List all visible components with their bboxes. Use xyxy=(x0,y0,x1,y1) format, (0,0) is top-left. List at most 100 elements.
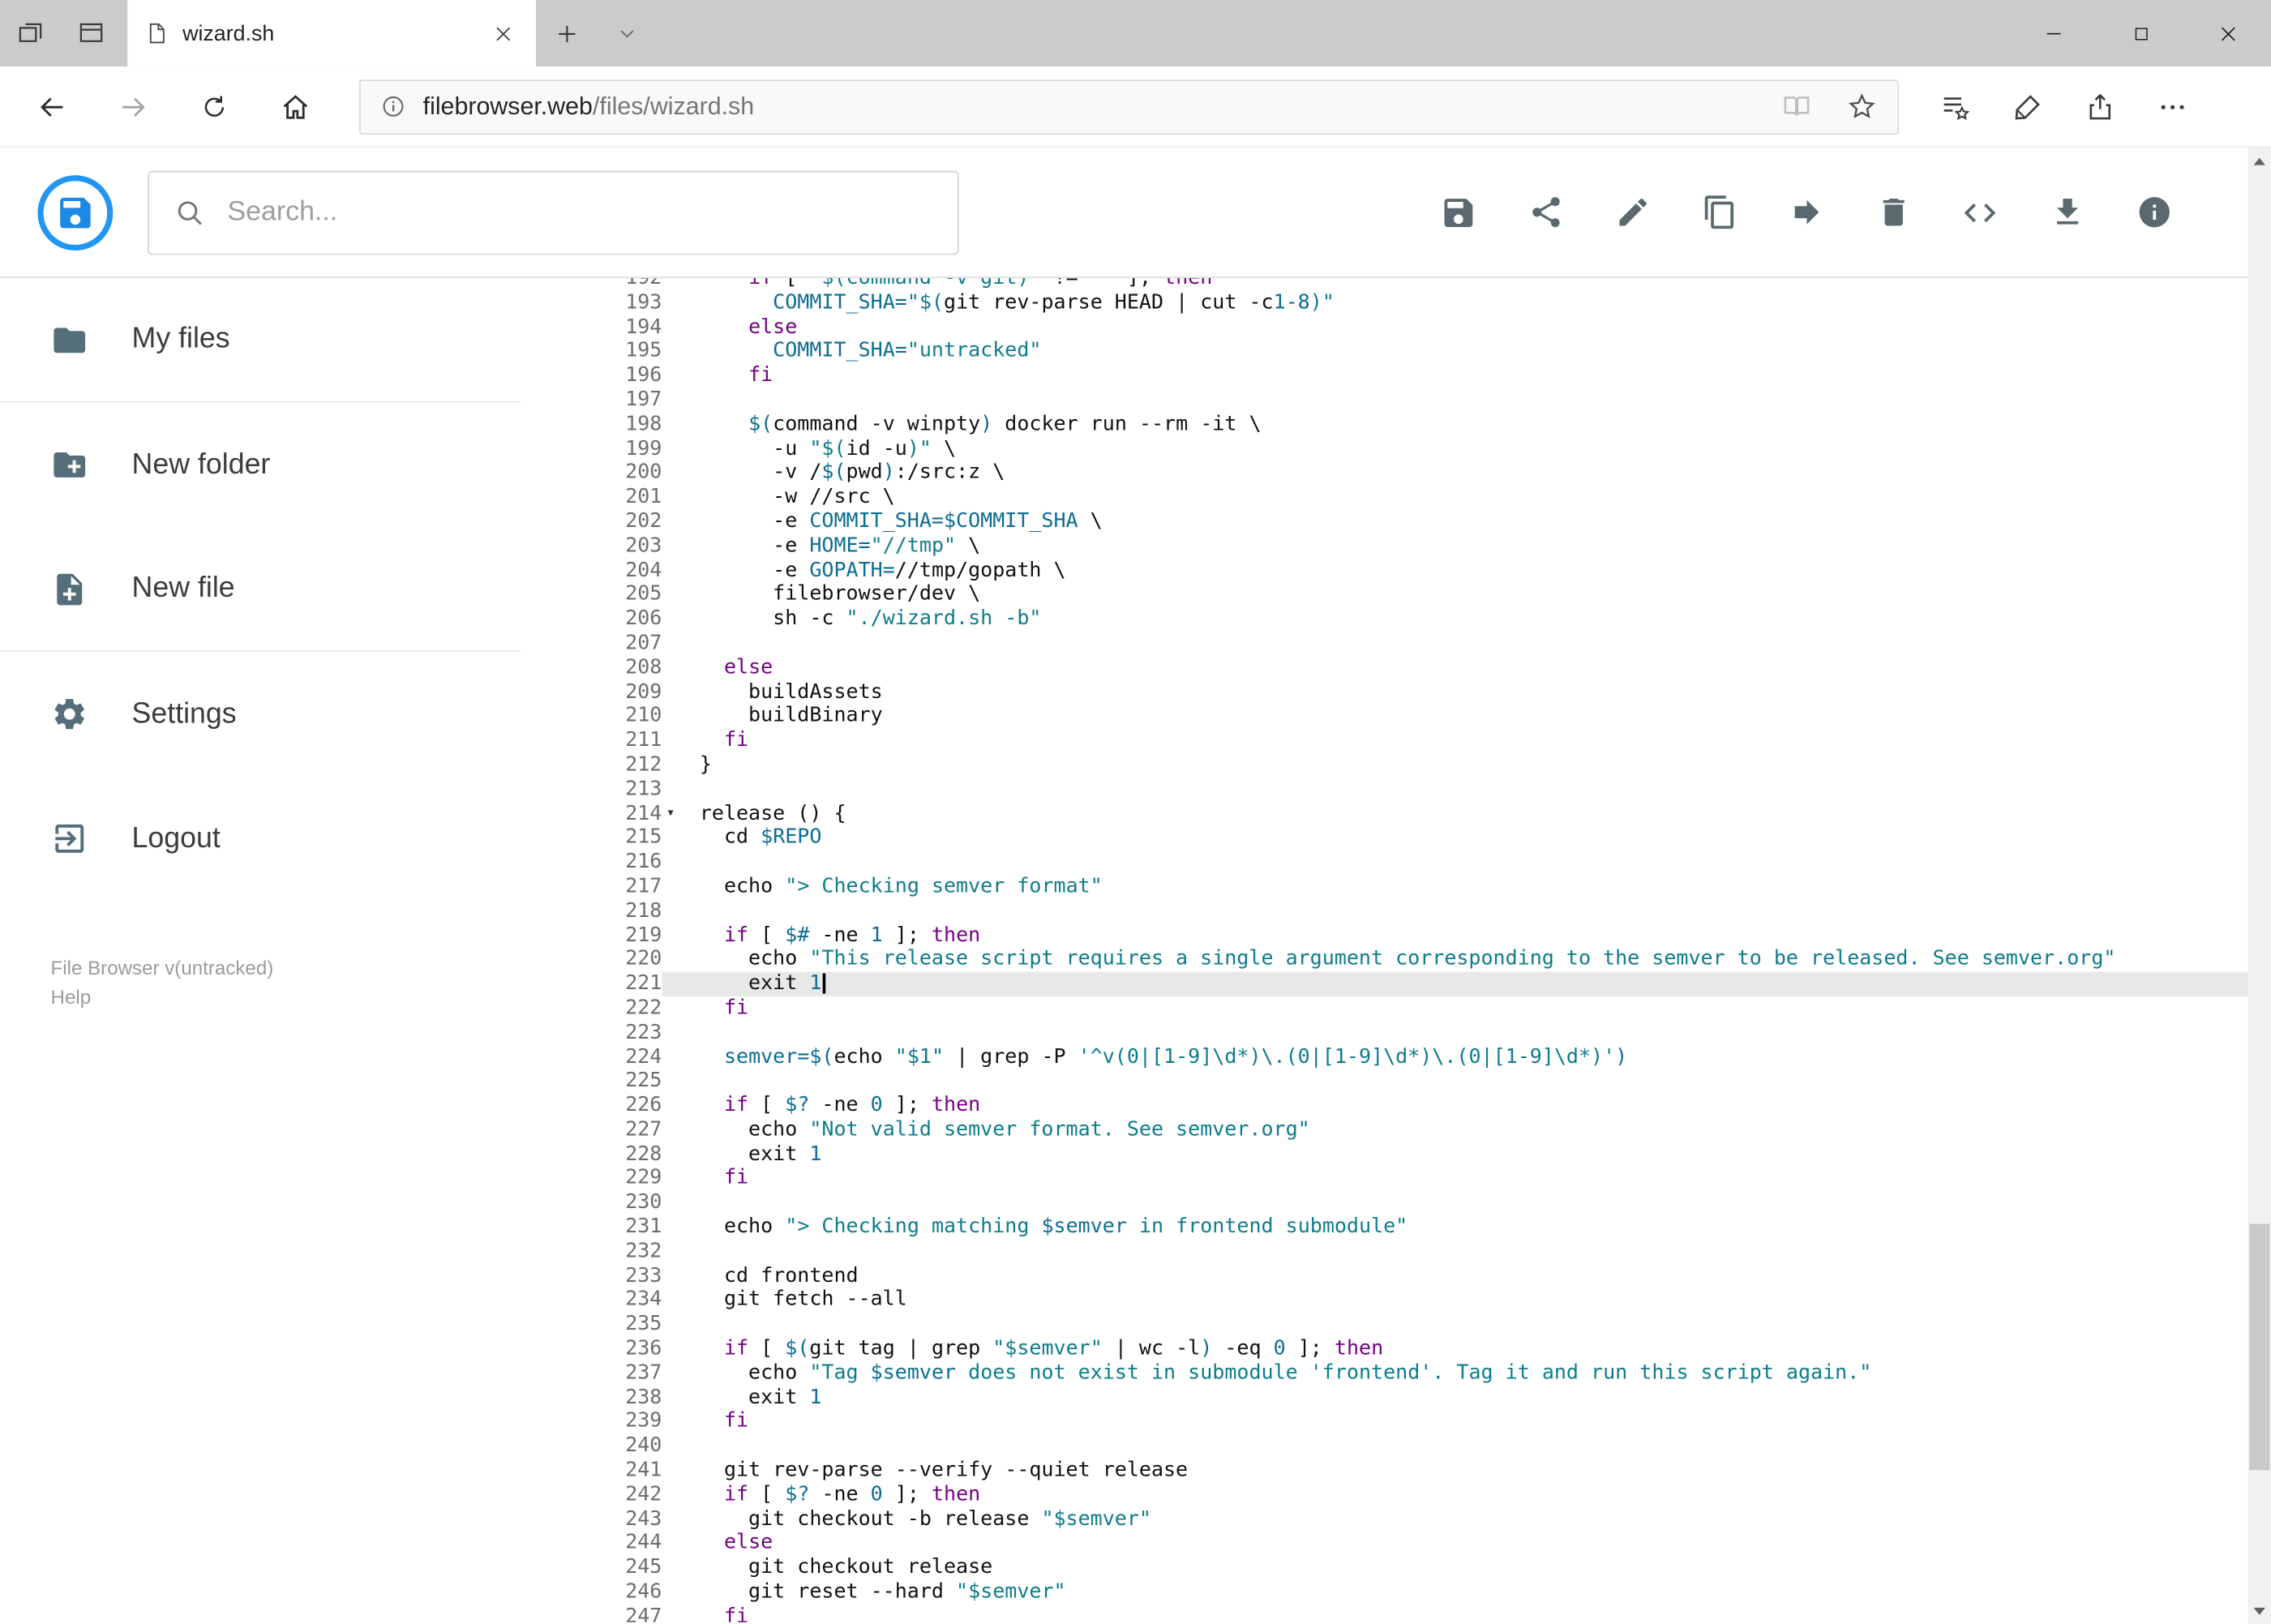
app-logo[interactable] xyxy=(37,174,114,251)
code-line[interactable]: 215 cd $REPO xyxy=(521,825,2247,851)
home-button[interactable] xyxy=(255,66,336,147)
code-line[interactable]: 226 if [ $? -ne 0 ]; then xyxy=(521,1093,2247,1118)
forward-button[interactable] xyxy=(92,66,174,147)
code-line[interactable]: 223 xyxy=(521,1020,2247,1045)
code-line[interactable]: 224 semver=$(echo "$1" | grep -P '^v(0|[… xyxy=(521,1044,2247,1069)
code-line[interactable]: 206 sh -c "./wizard.sh -b" xyxy=(521,606,2247,632)
code-line[interactable]: 219 if [ $# -ne 1 ]; then xyxy=(521,923,2247,948)
search-input[interactable] xyxy=(227,196,933,229)
code-line[interactable]: 204 -e GOPATH=//tmp/gopath \ xyxy=(521,558,2247,583)
sidebar-item-settings[interactable]: Settings xyxy=(0,652,521,777)
code-line[interactable]: 232 xyxy=(521,1239,2247,1264)
code-line[interactable]: 220 echo "This release script requires a… xyxy=(521,947,2247,972)
code-line[interactable]: 198 $(command -v winpty) docker run --rm… xyxy=(521,412,2247,437)
code-line[interactable]: 210 buildBinary xyxy=(521,704,2247,729)
code-line[interactable]: 203 -e HOME="//tmp" \ xyxy=(521,533,2247,559)
page-scrollbar[interactable] xyxy=(2247,148,2271,1624)
code-editor[interactable]: 192 if [ "$(command -v git)" != "" ]; th… xyxy=(521,277,2248,1622)
code-line[interactable]: 236 if [ $(git tag | grep "$semver" | wc… xyxy=(521,1336,2247,1361)
favorite-star-icon[interactable] xyxy=(1847,92,1878,122)
code-line[interactable]: 245 git checkout release xyxy=(521,1556,2247,1581)
fold-toggle-icon[interactable]: ▾ xyxy=(662,802,699,826)
scroll-down-button[interactable] xyxy=(2247,1597,2271,1623)
code-line[interactable]: 225 xyxy=(521,1069,2247,1094)
search-box[interactable] xyxy=(148,169,959,255)
refresh-button[interactable] xyxy=(174,66,255,147)
code-line[interactable]: 230 xyxy=(521,1190,2247,1215)
rename-button[interactable] xyxy=(1613,193,1651,230)
scroll-up-button[interactable] xyxy=(2247,148,2271,174)
code-line[interactable]: 238 exit 1 xyxy=(521,1385,2247,1410)
code-line[interactable]: 195 COMMIT_SHA="untracked" xyxy=(521,339,2247,364)
code-line[interactable]: 221 exit 1 xyxy=(521,971,2248,996)
code-line[interactable]: 237 echo "Tag $semver does not exist in … xyxy=(521,1360,2247,1386)
share-icon[interactable] xyxy=(2085,91,2116,122)
close-window-button[interactable] xyxy=(2184,0,2271,66)
address-bar[interactable]: filebrowser.web/files/wizard.sh xyxy=(359,79,1899,135)
more-options-icon[interactable] xyxy=(2157,91,2188,122)
scrollbar-thumb[interactable] xyxy=(2249,1223,2270,1471)
code-line[interactable]: 227 echo "Not valid semver format. See s… xyxy=(521,1117,2247,1142)
code-line[interactable]: 207 xyxy=(521,631,2247,656)
tab-close-button[interactable] xyxy=(486,17,518,49)
new-tab-button[interactable] xyxy=(536,0,597,66)
code-line[interactable]: 231 echo "> Checking matching $semver in… xyxy=(521,1215,2247,1240)
delete-button[interactable] xyxy=(1875,193,1912,230)
code-line[interactable]: 193 COMMIT_SHA="$(git rev-parse HEAD | c… xyxy=(521,290,2247,315)
code-line[interactable]: 222 fi xyxy=(521,996,2247,1021)
save-button[interactable] xyxy=(1440,193,1477,230)
code-line[interactable]: 209 buildAssets xyxy=(521,679,2247,705)
web-note-pen-icon[interactable] xyxy=(2012,91,2043,122)
code-line[interactable]: 194 else xyxy=(521,315,2247,340)
code-line[interactable]: 217 echo "> Checking semver format" xyxy=(521,874,2247,899)
code-line[interactable]: 239 fi xyxy=(521,1409,2247,1434)
share-button[interactable] xyxy=(1527,193,1564,230)
code-line[interactable]: 192 if [ "$(command -v git)" != "" ]; th… xyxy=(521,277,2247,291)
code-line[interactable]: 214 ▾ release () { xyxy=(521,801,2247,826)
sidebar-item-new-file[interactable]: New file xyxy=(0,527,522,652)
code-line[interactable]: 208 else xyxy=(521,655,2247,680)
minimize-button[interactable] xyxy=(2011,0,2097,66)
code-line[interactable]: 213 xyxy=(521,777,2247,802)
tab-list-dropdown-button[interactable] xyxy=(597,0,658,66)
edit-code-button[interactable] xyxy=(1961,193,1999,230)
code-line[interactable]: 228 exit 1 xyxy=(521,1142,2247,1167)
code-line[interactable]: 247 fi xyxy=(521,1605,2247,1622)
code-line[interactable]: 202 -e COMMIT_SHA=$COMMIT_SHA \ xyxy=(521,509,2247,534)
info-button[interactable] xyxy=(2135,193,2172,230)
code-line[interactable]: 241 git rev-parse --verify --quiet relea… xyxy=(521,1458,2247,1483)
code-line[interactable]: 211 fi xyxy=(521,728,2247,753)
code-line[interactable]: 201 -w //src \ xyxy=(521,485,2247,510)
site-info-icon[interactable] xyxy=(381,94,405,118)
tab-preview-button[interactable] xyxy=(61,0,122,66)
code-line[interactable]: 196 fi xyxy=(521,363,2247,388)
code-line[interactable]: 200 -v /$(pwd):/src:z \ xyxy=(521,461,2247,486)
maximize-button[interactable] xyxy=(2097,0,2184,66)
code-line[interactable]: 233 cd frontend xyxy=(521,1263,2247,1288)
move-button[interactable] xyxy=(1787,193,1824,230)
back-button[interactable] xyxy=(11,66,92,147)
code-line[interactable]: 235 xyxy=(521,1312,2247,1337)
help-link[interactable]: Help xyxy=(51,983,522,1013)
code-line[interactable]: 229 fi xyxy=(521,1166,2247,1191)
reading-view-icon[interactable] xyxy=(1781,92,1812,122)
code-line[interactable]: 218 xyxy=(521,898,2247,923)
sidebar-item-my-files[interactable]: My files xyxy=(0,278,522,403)
code-line[interactable]: 246 git reset --hard "$semver" xyxy=(521,1580,2247,1605)
code-line[interactable]: 243 git checkout -b release "$semver" xyxy=(521,1507,2247,1532)
code-line[interactable]: 205 filebrowser/dev \ xyxy=(521,582,2247,607)
code-line[interactable]: 242 if [ $? -ne 0 ]; then xyxy=(521,1482,2247,1508)
copy-button[interactable] xyxy=(1700,193,1738,230)
code-line[interactable]: 240 xyxy=(521,1433,2247,1459)
sidebar-item-new-folder[interactable]: New folder xyxy=(0,403,521,528)
code-line[interactable]: 197 xyxy=(521,388,2247,413)
code-line[interactable]: 212} xyxy=(521,752,2247,778)
download-button[interactable] xyxy=(2048,193,2085,230)
code-line[interactable]: 234 git fetch --all xyxy=(521,1288,2247,1313)
sidebar-item-logout[interactable]: Logout xyxy=(0,777,521,902)
hub-favorites-icon[interactable] xyxy=(1939,91,1971,122)
code-line[interactable]: 216 xyxy=(521,850,2247,875)
tab-wizard-sh[interactable]: wizard.sh xyxy=(127,0,536,67)
code-line[interactable]: 244 else xyxy=(521,1532,2247,1557)
set-aside-tabs-button[interactable] xyxy=(0,0,61,66)
